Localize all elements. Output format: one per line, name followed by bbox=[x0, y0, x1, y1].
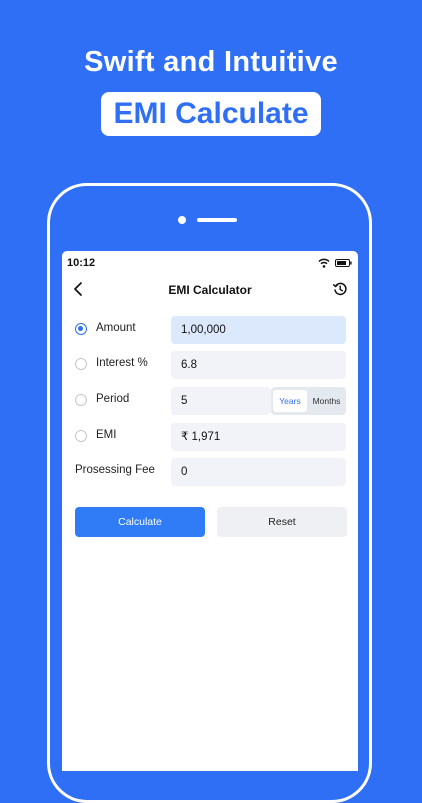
period-input[interactable]: 5 bbox=[171, 387, 271, 415]
phone-camera-dot bbox=[178, 216, 186, 224]
processing-fee-input[interactable]: 0 bbox=[171, 458, 346, 486]
interest-input[interactable]: 6.8 bbox=[171, 351, 346, 379]
status-time: 10:12 bbox=[67, 257, 96, 269]
amount-row: Amount 1,00,000 bbox=[62, 316, 358, 344]
period-unit-months[interactable]: Months bbox=[309, 390, 344, 412]
period-row: Period 5 Years Months bbox=[62, 387, 358, 415]
interest-radio[interactable] bbox=[75, 358, 87, 370]
period-label: Period bbox=[96, 393, 130, 405]
processing-fee-row: Prosessing Fee 0 bbox=[62, 458, 358, 486]
period-radio[interactable] bbox=[75, 394, 87, 406]
emi-row: EMI ₹ 1,971 bbox=[62, 423, 358, 451]
period-unit-years[interactable]: Years bbox=[273, 390, 307, 412]
page-title: EMI Calculator bbox=[168, 283, 252, 297]
emi-radio[interactable] bbox=[75, 430, 87, 442]
period-unit-toggle: Years Months bbox=[271, 387, 346, 415]
phone-speaker bbox=[197, 218, 237, 222]
amount-label: Amount bbox=[96, 322, 136, 334]
calculate-button[interactable]: Calculate bbox=[75, 507, 205, 537]
status-bar: 10:12 bbox=[62, 251, 358, 275]
processing-fee-label: Prosessing Fee bbox=[75, 464, 155, 476]
battery-icon bbox=[335, 259, 352, 267]
wifi-icon bbox=[318, 258, 330, 268]
promo-headline: Swift and Intuitive bbox=[84, 46, 338, 78]
emi-label: EMI bbox=[96, 429, 117, 441]
reset-button[interactable]: Reset bbox=[217, 507, 347, 537]
interest-label: Interest % bbox=[96, 357, 148, 369]
emi-input[interactable]: ₹ 1,971 bbox=[171, 423, 346, 451]
history-icon[interactable] bbox=[333, 282, 347, 296]
amount-input[interactable]: 1,00,000 bbox=[171, 316, 346, 344]
promo-badge: EMI Calculate bbox=[101, 92, 321, 136]
app-bar: EMI Calculator bbox=[62, 275, 358, 305]
interest-row: Interest % 6.8 bbox=[62, 351, 358, 379]
phone-screen: 10:12 EMI Calculator Amount 1,00,000 Int… bbox=[62, 251, 358, 771]
amount-radio[interactable] bbox=[75, 323, 87, 335]
